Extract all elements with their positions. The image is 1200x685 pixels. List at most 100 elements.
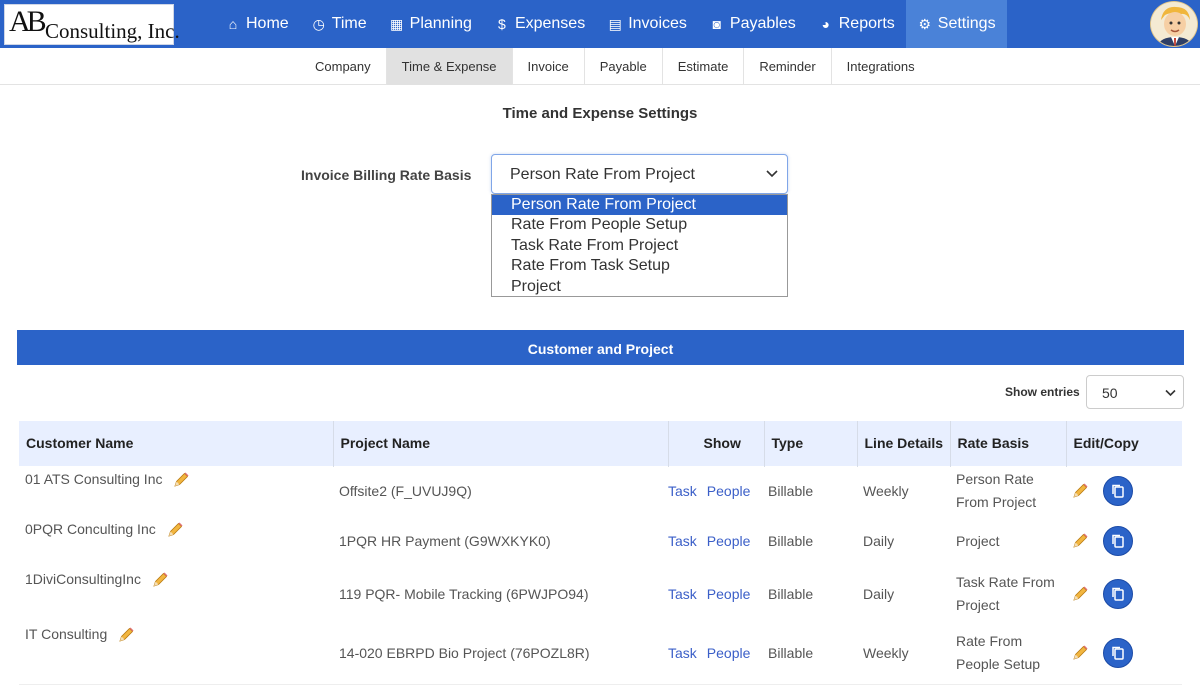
edit-customer-pencil-icon[interactable] [166,521,184,539]
home-icon: ⌂ [228,16,238,32]
company-logo[interactable]: AB Consulting, Inc. [4,4,180,45]
customer-project-table: Customer Name Project Name Show Type Line De… [19,421,1182,685]
edit-copy-cell [1066,515,1182,566]
tab-reminder[interactable]: Reminder [744,48,832,85]
line-details-cell: Weekly [857,465,950,516]
nav-item-label: Reports [838,15,895,32]
project-name: 119 PQR- Mobile Tracking (6PWJPO94) [333,565,668,621]
column-header[interactable]: Customer Name [19,421,334,466]
tab-estimate[interactable]: Estimate [663,48,745,85]
nav-item-reports[interactable]: ◕ Reports [807,0,906,48]
tab-company[interactable]: Company [302,48,387,85]
type-cell: Billable [764,565,857,621]
billing-rate-dropdown: Person Rate From Project Rate From People… [491,194,788,297]
column-header[interactable]: Type [764,421,858,466]
nav-item-label: Time [331,15,367,32]
type-cell: Billable [764,515,857,566]
document-icon: ▤ [608,15,622,32]
task-link[interactable]: Task [668,533,697,549]
rate-basis-cell: Project [950,515,1066,566]
tab-payable[interactable]: Payable [585,48,663,85]
customer-name: 1DiviConsultingInc [25,570,141,587]
edit-copy-cell [1066,465,1182,516]
dollar-icon: $ [498,16,506,32]
copy-icon[interactable] [1103,578,1133,609]
billing-rate-select[interactable]: Person Rate From Project [491,154,788,194]
dropdown-option[interactable]: Rate From People Setup [492,215,787,235]
copy-icon[interactable] [1103,637,1133,668]
dropdown-option[interactable]: Task Rate From Project [492,236,787,256]
edit-customer-pencil-icon[interactable] [117,626,135,644]
column-header[interactable]: Edit/Copy [1066,421,1182,466]
table-header-row: Customer Name Project Name Show Type Line De… [19,421,1182,466]
tab-invoice[interactable]: Invoice [513,48,585,85]
task-link[interactable]: Task [668,483,697,499]
edit-copy-cell [1066,565,1182,621]
show-cell: Task People [668,465,764,516]
customer-name: IT Consulting [25,625,108,642]
nav-item-home[interactable]: ⌂ Home [214,0,300,48]
line-details-cell: Daily [857,515,950,566]
column-header[interactable]: Show [668,421,765,466]
copy-icon[interactable] [1103,476,1133,506]
task-link[interactable]: Task [668,586,697,602]
project-name: Offsite2 (F_UVUJ9Q) [333,465,668,516]
user-avatar[interactable] [1150,1,1198,47]
customer-cell: 0PQR Conculting Inc [19,515,333,566]
project-name: 1PQR HR Payment (G9WXKYK0) [333,515,668,566]
gears-icon: ⚙ [918,15,932,32]
settings-subnav: Company Time & Expense Invoice Payable Estim… [0,48,1200,85]
main-nav: ⌂ Home ◷ Time ▦ Planning $ Expenses ▤ Invoices ◙ Pa… [214,0,1007,48]
people-link[interactable]: People [707,645,751,661]
clock-icon: ◷ [312,15,325,32]
nav-item-label: Payables [729,15,796,32]
nav-item-planning[interactable]: ▦ Planning [378,0,483,48]
dropdown-option[interactable]: Rate From Task Setup [492,256,787,276]
people-link[interactable]: People [707,586,751,602]
tab-time-expense[interactable]: Time & Expense [386,48,513,85]
rate-basis-cell: Person Rate From Project [950,465,1066,516]
edit-project-pencil-icon[interactable] [1071,532,1089,550]
nav-item-label: Invoices [628,15,687,32]
nav-item-label: Expenses [514,15,586,32]
column-header[interactable]: Project Name [333,421,669,466]
entries-value: 50 [1102,385,1118,401]
column-header[interactable]: Line Details [857,421,951,466]
column-header[interactable]: Rate Basis [950,421,1067,466]
calendar-icon: ▦ [390,15,404,32]
customer-cell: 1DiviConsultingInc [19,565,333,621]
nav-item-expenses[interactable]: $ Expenses [483,0,596,48]
nav-item-label: Settings [937,15,996,32]
edit-customer-pencil-icon[interactable] [151,571,169,589]
nav-item-payables[interactable]: ◙ Payables [698,0,807,48]
nav-item-settings[interactable]: ⚙ Settings [905,0,1007,48]
entries-select[interactable]: 50 [1086,375,1184,409]
people-link[interactable]: People [707,483,751,499]
task-link[interactable]: Task [668,645,697,661]
edit-customer-pencil-icon[interactable] [172,471,190,489]
nav-item-time[interactable]: ◷ Time [300,0,378,48]
rate-basis-cell: Task Rate From Project [950,565,1066,621]
customer-name: 01 ATS Consulting Inc [25,470,163,487]
table-row: 0PQR Conculting Inc 1PQR HR Payment (G9WX… [19,515,1182,566]
edit-project-pencil-icon[interactable] [1071,644,1089,662]
customer-name: 0PQR Conculting Inc [25,520,156,537]
show-cell: Task People [668,515,764,566]
copy-icon[interactable] [1103,526,1133,556]
dropdown-option[interactable]: Project [492,277,787,297]
people-link[interactable]: People [707,533,751,549]
top-navbar: AB Consulting, Inc. ⌂ Home ◷ Time ▦ Planning $… [0,0,1200,48]
nav-item-invoices[interactable]: ▤ Invoices [596,0,698,48]
edit-project-pencil-icon[interactable] [1071,585,1089,603]
page-title: Time and Expense Settings [502,105,698,122]
tab-integrations[interactable]: Integrations [832,48,930,85]
show-entries-label: Show entries [1005,385,1080,399]
nav-item-label: Home [246,15,289,32]
money-icon: ◙ [712,16,722,32]
show-cell: Task People [668,565,764,621]
line-details-cell: Daily [857,565,950,621]
type-cell: Billable [764,465,857,516]
customer-cell: 01 ATS Consulting Inc [19,465,333,516]
dropdown-option[interactable]: Person Rate From Project [492,195,787,216]
edit-project-pencil-icon[interactable] [1071,482,1089,500]
